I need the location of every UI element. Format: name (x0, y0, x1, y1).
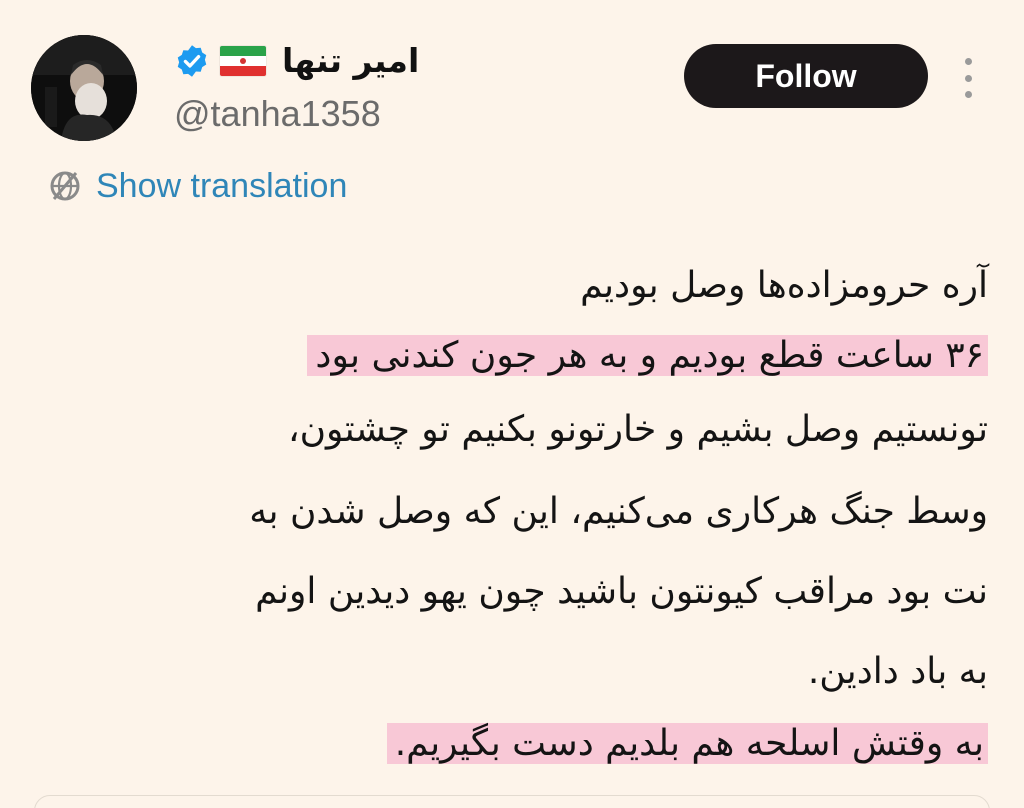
highlighted-tweet-text: ۳۶ ساعت قطع بودیم و به هر جون کندنی بود (307, 335, 988, 376)
tweet-line-4: وسط جنگ هرکاری می‌کنیم، این که وصل شدن ب… (249, 484, 988, 540)
tweet-line-3: تونستیم وصل بشیم و خارتونو بکنیم تو چشتو… (288, 402, 988, 458)
follow-button[interactable]: Follow (684, 44, 928, 108)
show-translation-link[interactable]: Show translation (46, 164, 347, 208)
more-vertical-icon[interactable] (956, 58, 980, 98)
tweet-text: نت بود مراقب کیونتون باشید چون یهو دیدین… (255, 571, 988, 612)
iran-flag-icon (220, 46, 266, 76)
tweet-text: تونستیم وصل بشیم و خارتونو بکنیم تو چشتو… (287, 409, 988, 450)
tweet-view: امیر تنها @tanha1358 Follow Show transla… (0, 0, 1024, 808)
tweet-line-6: به باد دادین. (808, 644, 988, 700)
tweet-text: آره حرومزاده‌ها وصل بودیم (580, 265, 988, 306)
tweet-line-7: به وقتش اسلحه هم بلدیم دست بگیریم. (386, 716, 988, 772)
tweet-line-5: نت بود مراقب کیونتون باشید چون یهو دیدین… (255, 564, 988, 620)
username-handle[interactable]: @tanha1358 (174, 92, 381, 136)
tweet-line-2: ۳۶ ساعت قطع بودیم و به هر جون کندنی بود (307, 328, 988, 384)
translate-globe-icon (50, 171, 80, 201)
highlighted-tweet-text: به وقتش اسلحه هم بلدیم دست بگیریم. (386, 723, 988, 764)
name-row: امیر تنها (174, 38, 419, 84)
tweet-text: به باد دادین. (807, 651, 988, 692)
tweet-line-1: آره حرومزاده‌ها وصل بودیم (580, 258, 988, 314)
tweet-text: وسط جنگ هرکاری می‌کنیم، این که وصل شدن ب… (249, 491, 988, 532)
avatar[interactable] (31, 35, 137, 141)
show-translation-label: Show translation (96, 167, 348, 205)
next-card-edge (34, 795, 990, 808)
avatar-photo (31, 35, 137, 141)
display-name[interactable]: امیر تنها (282, 38, 419, 84)
verified-check-icon (177, 45, 207, 77)
